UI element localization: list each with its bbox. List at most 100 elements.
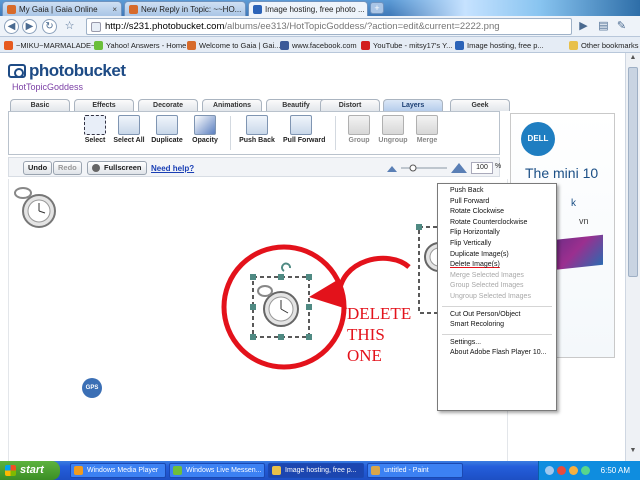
close-tab-icon[interactable]: × — [109, 5, 117, 14]
zoom-slider[interactable] — [385, 161, 469, 175]
close-tab-icon[interactable]: × — [365, 5, 367, 14]
bookmark-yahoo[interactable]: Yahoo! Answers - Home — [94, 39, 186, 51]
page-menu-icon[interactable]: ▤ — [596, 19, 611, 34]
redo-button[interactable]: Redo — [53, 161, 82, 175]
group-tool[interactable]: Group — [341, 115, 377, 153]
zoom-out-mountain-icon[interactable] — [387, 166, 397, 172]
menu-rotate-clockwise[interactable]: Rotate Clockwise — [438, 207, 556, 218]
username-link[interactable]: HotTopicGoddess — [12, 82, 83, 92]
tab-effects[interactable]: Effects — [74, 99, 134, 111]
rotate-handle-icon[interactable] — [281, 262, 291, 272]
security-icon[interactable] — [557, 466, 566, 475]
bookmark-label: www.facebook.com — [292, 40, 357, 50]
ad-line: vn — [579, 216, 589, 226]
task-live-messenger[interactable]: Windows Live Messen... — [169, 463, 265, 478]
menu-ungroup-selected[interactable]: Ungroup Selected Images — [438, 292, 556, 303]
task-media-player[interactable]: Windows Media Player — [70, 463, 166, 478]
tab-geek[interactable]: Geek — [450, 99, 510, 111]
volume-icon[interactable] — [569, 466, 578, 475]
other-bookmarks[interactable]: Other bookmarks — [569, 39, 639, 51]
annotation-line: THIS — [347, 325, 385, 344]
address-bar[interactable]: http://s231.photobucket.com/albums/ee313… — [86, 18, 572, 35]
push-back-tool[interactable]: Push Back — [239, 115, 275, 153]
need-help-link[interactable]: Need help? — [151, 164, 194, 173]
select-all-tool[interactable]: Select All — [111, 115, 147, 153]
pull-forward-tool[interactable]: Pull Forward — [283, 115, 325, 153]
bookmark-facebook[interactable]: www.facebook.com — [280, 39, 357, 51]
menu-flip-horizontally[interactable]: Flip Horizontally — [438, 228, 556, 239]
menu-about-flash[interactable]: About Adobe Flash Player 10... — [438, 348, 556, 359]
bookmark-photobucket[interactable]: Image hosting, free p... — [455, 39, 544, 51]
menu-duplicate-images[interactable]: Duplicate Image(s) — [438, 250, 556, 261]
tab-animations[interactable]: Animations — [202, 99, 262, 111]
tab-gaia[interactable]: My Gaia | Gaia Online × — [2, 1, 122, 16]
editor-canvas[interactable]: DELETE THIS ONE — [8, 179, 508, 461]
menu-group-selected[interactable]: Group Selected Images — [438, 281, 556, 292]
task-label: Image hosting, free p... — [285, 467, 357, 474]
tab-beautify[interactable]: Beautify — [266, 99, 326, 111]
fullscreen-button[interactable]: Fullscreen — [87, 161, 147, 175]
reload-button[interactable]: ↻ — [42, 19, 57, 34]
bookmark-star-icon[interactable]: ☆ — [62, 19, 77, 34]
page-scrollbar[interactable]: ▲ ▼ — [625, 53, 640, 461]
zoom-value[interactable]: 100 — [471, 162, 493, 174]
bookmark-label: Welcome to Gaia | Gai... — [199, 40, 281, 50]
messenger-tray-icon[interactable] — [581, 466, 590, 475]
zoom-handle[interactable] — [409, 164, 417, 172]
tool-label: Duplicate — [151, 137, 183, 144]
go-arrow-icon[interactable]: ▶ — [576, 19, 591, 34]
scroll-thumb[interactable] — [628, 67, 638, 277]
selected-watch-image[interactable] — [250, 262, 312, 340]
undo-button[interactable]: Undo — [23, 161, 53, 175]
tab-photobucket[interactable]: Image hosting, free photo ... × — [248, 1, 368, 16]
back-button[interactable]: ◀ — [4, 19, 19, 34]
browser-tabstrip: My Gaia | Gaia Online × New Reply in Top… — [0, 0, 640, 16]
new-tab-button[interactable]: + — [370, 2, 384, 14]
task-chrome[interactable]: Image hosting, free p... — [268, 463, 364, 478]
duplicate-tool[interactable]: Duplicate — [149, 115, 185, 153]
layers-tool-panel: Select Select All Duplicate Opacity Push… — [8, 111, 500, 155]
menu-push-back[interactable]: Push Back — [438, 186, 556, 197]
ad-headline: The mini 10 — [525, 165, 599, 181]
tool-label: Select — [84, 137, 106, 144]
photobucket-logo[interactable]: photobucket — [8, 61, 126, 81]
annotation-line: ONE — [347, 346, 382, 365]
network-icon[interactable] — [545, 466, 554, 475]
tab-layers[interactable]: Layers — [383, 99, 443, 111]
ungroup-tool[interactable]: Ungroup — [375, 115, 411, 153]
scroll-down-icon[interactable]: ▼ — [626, 447, 640, 459]
bookmark-gaia[interactable]: Welcome to Gaia | Gai... — [187, 39, 280, 51]
task-paint[interactable]: untitled - Paint — [367, 463, 463, 478]
select-tool[interactable]: Select — [77, 115, 113, 153]
select-all-icon — [118, 115, 140, 135]
pull-forward-icon — [290, 115, 312, 135]
clock[interactable]: 6:50 AM — [601, 461, 630, 480]
menu-merge-selected[interactable]: Merge Selected Images — [438, 271, 556, 282]
menu-rotate-counterclockwise[interactable]: Rotate Counterclockwise — [438, 218, 556, 229]
wrench-icon[interactable]: ✎ — [614, 19, 629, 34]
merge-tool[interactable]: Merge — [409, 115, 445, 153]
gps-badge[interactable]: GPS — [82, 378, 102, 398]
forward-button[interactable]: ▶ — [22, 19, 37, 34]
menu-delete-images[interactable]: Delete Image(s) — [438, 260, 556, 271]
toolbar-divider — [230, 116, 231, 150]
opacity-tool[interactable]: Opacity — [187, 115, 223, 153]
bookmark-youtube[interactable]: YouTube - mitsy17's Y... — [361, 39, 452, 51]
scroll-up-icon[interactable]: ▲ — [626, 54, 640, 66]
zoom-in-mountain-icon[interactable] — [451, 163, 467, 173]
start-button[interactable]: start — [0, 461, 60, 480]
menu-settings[interactable]: Settings... — [438, 338, 556, 349]
menu-pull-forward[interactable]: Pull Forward — [438, 197, 556, 208]
tab-basic[interactable]: Basic — [10, 99, 70, 111]
gaia-favicon-icon — [187, 40, 196, 50]
menu-flip-vertically[interactable]: Flip Vertically — [438, 239, 556, 250]
tab-new-reply[interactable]: New Reply in Topic: ~~HO... × — [124, 1, 246, 16]
tool-label: Opacity — [192, 137, 218, 144]
bookmark-miku[interactable]: ~MIKU~MARMALADE~ — [4, 39, 95, 51]
menu-smart-recoloring[interactable]: Smart Recoloring — [438, 320, 556, 331]
close-tab-icon[interactable]: × — [241, 5, 245, 14]
tab-decorate[interactable]: Decorate — [138, 99, 198, 111]
menu-cut-out[interactable]: Cut Out Person/Object — [438, 310, 556, 321]
tab-distort[interactable]: Distort — [320, 99, 380, 111]
handwritten-annotation: DELETE THIS ONE — [347, 303, 411, 366]
